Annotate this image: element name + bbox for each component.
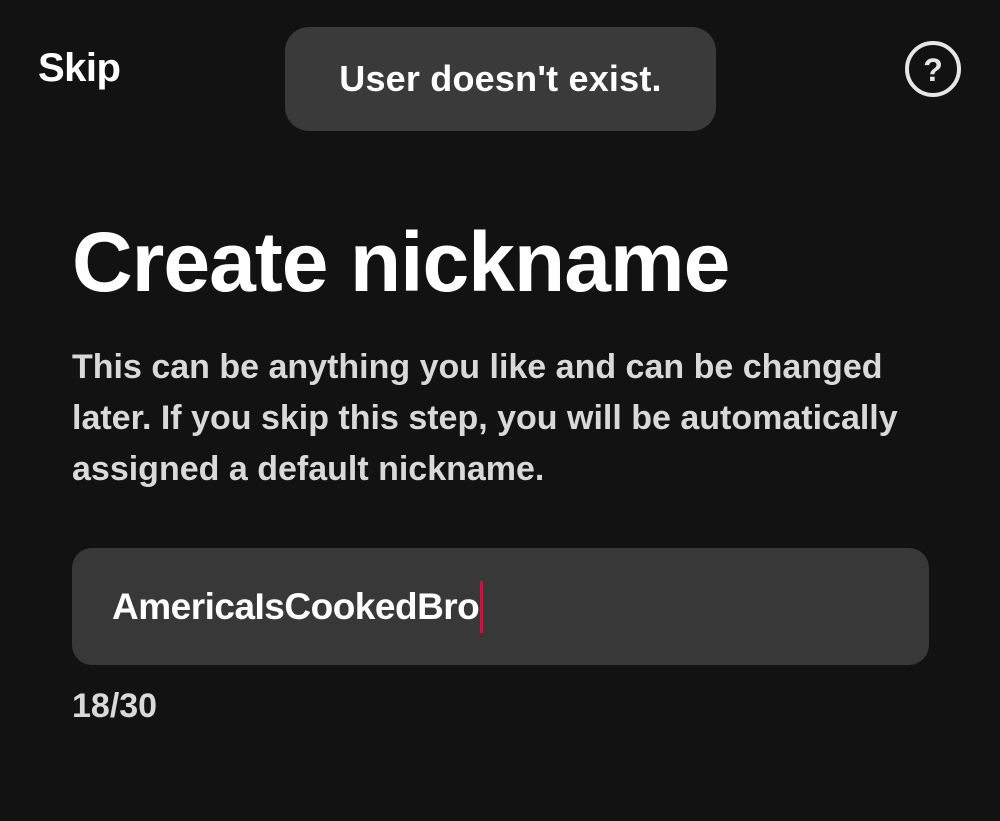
character-counter: 18/30 (72, 687, 158, 725)
page-description: This can be anything you like and can be… (72, 348, 898, 488)
skip-button[interactable]: Skip (38, 44, 121, 92)
page-title: Create nickname (72, 215, 730, 309)
nickname-input[interactable]: AmericaIsCookedBro (72, 548, 929, 665)
question-mark-glyph: ? (923, 51, 943, 88)
error-toast: User doesn't exist. (285, 27, 716, 131)
toast-message: User doesn't exist. (339, 58, 662, 99)
nickname-input-value[interactable]: AmericaIsCookedBro (112, 586, 480, 628)
text-caret (480, 580, 484, 633)
help-icon[interactable]: ? (905, 41, 961, 97)
